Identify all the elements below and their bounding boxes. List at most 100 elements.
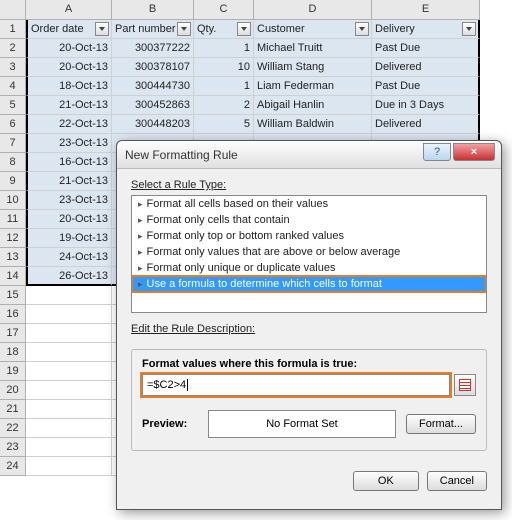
cell[interactable]: 2 xyxy=(194,96,254,115)
cell[interactable]: 23-Oct-13 xyxy=(26,191,112,210)
cell[interactable]: Liam Federman xyxy=(254,77,372,96)
cell[interactable]: 20-Oct-13 xyxy=(26,58,112,77)
col-header-d[interactable]: D xyxy=(254,0,372,20)
cell[interactable]: 300378107 xyxy=(112,58,194,77)
row-header[interactable]: 22 xyxy=(0,419,26,438)
row-header[interactable]: 9 xyxy=(0,172,26,191)
cell[interactable]: 300448203 xyxy=(112,115,194,134)
cell[interactable]: Past Due xyxy=(372,77,480,96)
cell[interactable] xyxy=(26,438,112,457)
cell[interactable]: Abigail Hanlin xyxy=(254,96,372,115)
cancel-button[interactable]: Cancel xyxy=(427,471,487,491)
column-header-row: A B C D E xyxy=(0,0,512,20)
cell[interactable] xyxy=(26,457,112,476)
cell[interactable] xyxy=(26,343,112,362)
cell[interactable]: 10 xyxy=(194,58,254,77)
cell[interactable]: 24-Oct-13 xyxy=(26,248,112,267)
row-header[interactable]: 14 xyxy=(0,267,26,286)
cell[interactable]: 20-Oct-13 xyxy=(26,39,112,58)
cell[interactable] xyxy=(26,419,112,438)
cell[interactable]: 300444730 xyxy=(112,77,194,96)
row-header[interactable]: 17 xyxy=(0,324,26,343)
cell[interactable]: Past Due xyxy=(372,39,480,58)
cell[interactable] xyxy=(26,305,112,324)
cell[interactable] xyxy=(26,286,112,305)
cell[interactable]: 18-Oct-13 xyxy=(26,77,112,96)
rule-description-group: Format values where this formula is true… xyxy=(131,349,487,451)
cell[interactable] xyxy=(26,362,112,381)
cell[interactable] xyxy=(26,400,112,419)
cell[interactable]: Michael Truitt xyxy=(254,39,372,58)
cell[interactable]: 16-Oct-13 xyxy=(26,153,112,172)
filter-dropdown-icon[interactable] xyxy=(355,22,369,36)
row-header[interactable]: 19 xyxy=(0,362,26,381)
row-header[interactable]: 18 xyxy=(0,343,26,362)
row-header[interactable]: 23 xyxy=(0,438,26,457)
cell[interactable]: 20-Oct-13 xyxy=(26,210,112,229)
ok-button[interactable]: OK xyxy=(353,471,419,491)
cell[interactable]: 300377222 xyxy=(112,39,194,58)
dialog-titlebar[interactable]: New Formatting Rule ? × xyxy=(117,141,501,169)
rule-type-item[interactable]: Format only top or bottom ranked values xyxy=(132,228,486,244)
row-header[interactable]: 3 xyxy=(0,58,26,77)
cell[interactable]: William Baldwin xyxy=(254,115,372,134)
cell[interactable]: Due in 3 Days xyxy=(372,96,480,115)
cell[interactable]: 26-Oct-13 xyxy=(26,267,112,286)
cell[interactable]: 19-Oct-13 xyxy=(26,229,112,248)
range-selector-button[interactable] xyxy=(454,374,476,396)
format-button[interactable]: Format... xyxy=(406,414,476,434)
filter-dropdown-icon[interactable] xyxy=(177,22,191,36)
cell[interactable] xyxy=(26,324,112,343)
help-button[interactable]: ? xyxy=(423,143,451,161)
cell[interactable]: 1 xyxy=(194,39,254,58)
row-header[interactable]: 12 xyxy=(0,229,26,248)
row-header[interactable]: 15 xyxy=(0,286,26,305)
header-cell[interactable]: Part number xyxy=(112,20,194,39)
close-button[interactable]: × xyxy=(453,143,495,161)
col-header-b[interactable]: B xyxy=(112,0,194,20)
rule-type-item[interactable]: Format only cells that contain xyxy=(132,212,486,228)
row-header[interactable]: 20 xyxy=(0,381,26,400)
row-header[interactable]: 4 xyxy=(0,77,26,96)
cell[interactable]: 21-Oct-13 xyxy=(26,172,112,191)
filter-dropdown-icon[interactable] xyxy=(462,22,476,36)
filter-dropdown-icon[interactable] xyxy=(237,22,251,36)
row-header[interactable]: 8 xyxy=(0,153,26,172)
row-header[interactable]: 5 xyxy=(0,96,26,115)
cell[interactable]: 5 xyxy=(194,115,254,134)
col-header-a[interactable]: A xyxy=(26,0,112,20)
header-cell[interactable]: Qty. xyxy=(194,20,254,39)
row-header[interactable]: 10 xyxy=(0,191,26,210)
cell[interactable]: Delivered xyxy=(372,58,480,77)
cell[interactable] xyxy=(26,381,112,400)
row-header[interactable]: 2 xyxy=(0,39,26,58)
cell[interactable]: 1 xyxy=(194,77,254,96)
rule-type-item[interactable]: Format only values that are above or bel… xyxy=(132,244,486,260)
rule-type-item[interactable]: Format only unique or duplicate values xyxy=(132,260,486,276)
select-all-corner[interactable] xyxy=(0,0,26,20)
row-header[interactable]: 21 xyxy=(0,400,26,419)
cell[interactable]: 22-Oct-13 xyxy=(26,115,112,134)
cell[interactable]: 300452863 xyxy=(112,96,194,115)
header-cell[interactable]: Customer xyxy=(254,20,372,39)
row-header[interactable]: 6 xyxy=(0,115,26,134)
rule-type-list[interactable]: Format all cells based on their values F… xyxy=(131,195,487,313)
header-cell[interactable]: Delivery xyxy=(372,20,480,39)
rule-type-item-selected[interactable]: Use a formula to determine which cells t… xyxy=(132,276,486,292)
row-header[interactable]: 16 xyxy=(0,305,26,324)
col-header-c[interactable]: C xyxy=(194,0,254,20)
cell[interactable]: 23-Oct-13 xyxy=(26,134,112,153)
cell[interactable]: 21-Oct-13 xyxy=(26,96,112,115)
row-header[interactable]: 11 xyxy=(0,210,26,229)
col-header-e[interactable]: E xyxy=(372,0,480,20)
header-cell[interactable]: Order date xyxy=(26,20,112,39)
row-header[interactable]: 24 xyxy=(0,457,26,476)
row-header[interactable]: 1 xyxy=(0,20,26,39)
row-header[interactable]: 7 xyxy=(0,134,26,153)
cell[interactable]: Delivered xyxy=(372,115,480,134)
rule-type-item[interactable]: Format all cells based on their values xyxy=(132,196,486,212)
formula-input[interactable]: =$C2>4 xyxy=(142,374,450,396)
row-header[interactable]: 13 xyxy=(0,248,26,267)
cell[interactable]: William Stang xyxy=(254,58,372,77)
filter-dropdown-icon[interactable] xyxy=(95,22,109,36)
